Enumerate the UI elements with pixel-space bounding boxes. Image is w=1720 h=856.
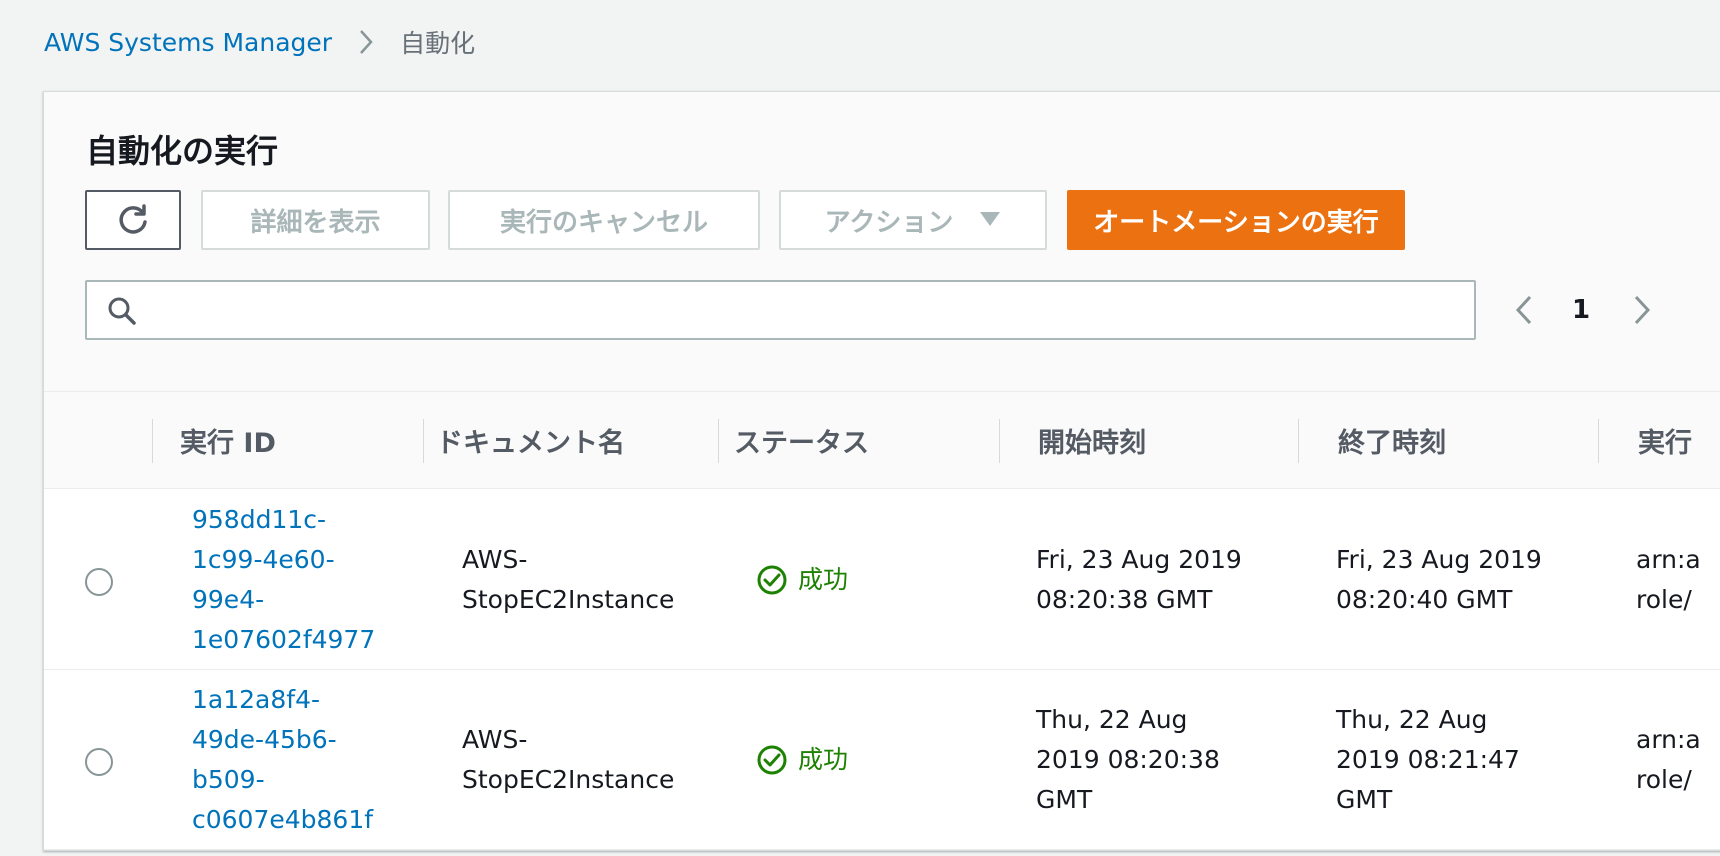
start-time-line: Thu, 22 Aug bbox=[1036, 705, 1188, 734]
cancel-execution-button[interactable]: 実行のキャンセル bbox=[448, 190, 760, 250]
chevron-right-icon bbox=[1634, 295, 1651, 325]
row-select-radio[interactable] bbox=[85, 748, 113, 776]
end-time-line: Thu, 22 Aug bbox=[1336, 705, 1488, 734]
status-badge: 成功 bbox=[756, 740, 848, 780]
executed-by: arn:a role/ bbox=[1636, 720, 1701, 800]
executed-by-line: arn:a bbox=[1636, 725, 1701, 754]
end-time-line: Fri, 23 Aug 2019 bbox=[1336, 545, 1542, 574]
start-time-line: GMT bbox=[1036, 785, 1093, 814]
success-check-icon bbox=[757, 565, 787, 595]
previous-page-button[interactable] bbox=[1514, 280, 1534, 340]
column-divider bbox=[999, 419, 1000, 463]
actions-dropdown[interactable]: アクション bbox=[779, 190, 1047, 250]
search-input[interactable] bbox=[151, 288, 1461, 332]
page-number[interactable]: 1 bbox=[1572, 280, 1590, 340]
column-divider bbox=[1598, 419, 1599, 463]
execution-id-line: b509- bbox=[192, 765, 265, 794]
breadcrumb: AWS Systems Manager 自動化 bbox=[44, 22, 475, 62]
column-header-executed-by[interactable]: 実行 bbox=[1638, 392, 1692, 489]
column-header-end-time[interactable]: 終了時刻 bbox=[1338, 392, 1446, 489]
table-row: 1a12a8f4- 49de-45b6- b509- c0607e4b861f … bbox=[44, 670, 1720, 850]
breadcrumb-link-systems-manager[interactable]: AWS Systems Manager bbox=[44, 28, 332, 57]
row-select-radio[interactable] bbox=[85, 568, 113, 596]
actions-label: アクション bbox=[824, 207, 954, 238]
start-time: Thu, 22 Aug 2019 08:20:38 GMT bbox=[1036, 700, 1286, 820]
search-icon bbox=[107, 296, 137, 330]
view-details-button[interactable]: 詳細を表示 bbox=[201, 190, 430, 250]
column-header-start-time[interactable]: 開始時刻 bbox=[1038, 392, 1146, 489]
panel-header: 自動化の実行 詳細を表示 実行のキャンセル アクション オートメーションの実行 bbox=[44, 92, 1720, 392]
start-time-line: Fri, 23 Aug 2019 bbox=[1036, 545, 1242, 574]
column-divider bbox=[1298, 419, 1299, 463]
execution-id-line: 958dd11c- bbox=[192, 505, 327, 534]
execute-automation-button[interactable]: オートメーションの実行 bbox=[1067, 190, 1405, 250]
document-name-line: AWS- bbox=[462, 545, 528, 574]
table-header: 実行 ID ドキュメント名 ステータス 開始時刻 終了時刻 実行 bbox=[44, 392, 1720, 489]
column-divider bbox=[718, 419, 719, 463]
document-name-line: AWS- bbox=[462, 725, 528, 754]
executions-panel: 自動化の実行 詳細を表示 実行のキャンセル アクション オートメーションの実行 bbox=[43, 91, 1720, 851]
column-divider bbox=[423, 419, 424, 463]
column-divider bbox=[152, 419, 153, 463]
status-text: 成功 bbox=[798, 565, 849, 594]
end-time-line: GMT bbox=[1336, 785, 1393, 814]
execution-id-link[interactable]: 958dd11c- 1c99-4e60- 99e4- 1e07602f4977 bbox=[192, 500, 422, 660]
refresh-icon bbox=[119, 204, 147, 234]
executed-by: arn:a role/ bbox=[1636, 540, 1701, 620]
execution-id-line: 49de-45b6- bbox=[192, 725, 337, 754]
panel-title: 自動化の実行 bbox=[86, 132, 279, 170]
status-badge: 成功 bbox=[756, 560, 848, 600]
refresh-button[interactable] bbox=[85, 190, 181, 250]
executed-by-line: role/ bbox=[1636, 585, 1692, 614]
document-name: AWS- StopEC2Instance bbox=[462, 540, 702, 620]
search-box bbox=[85, 280, 1476, 340]
caret-down-icon bbox=[979, 208, 1001, 233]
start-time-line: 08:20:38 GMT bbox=[1036, 585, 1213, 614]
breadcrumb-current: 自動化 bbox=[400, 29, 476, 58]
document-name: AWS- StopEC2Instance bbox=[462, 720, 702, 800]
document-name-line: StopEC2Instance bbox=[462, 765, 675, 794]
end-time: Thu, 22 Aug 2019 08:21:47 GMT bbox=[1336, 700, 1586, 820]
chevron-left-icon bbox=[1515, 295, 1532, 325]
execution-id-line: 99e4- bbox=[192, 585, 265, 614]
start-time-line: 2019 08:20:38 bbox=[1036, 745, 1220, 774]
execution-id-line: 1a12a8f4- bbox=[192, 685, 320, 714]
end-time-line: 2019 08:21:47 bbox=[1336, 745, 1520, 774]
table-row: 958dd11c- 1c99-4e60- 99e4- 1e07602f4977 … bbox=[44, 490, 1720, 670]
document-name-line: StopEC2Instance bbox=[462, 585, 675, 614]
success-check-icon bbox=[757, 745, 787, 775]
end-time-line: 08:20:40 GMT bbox=[1336, 585, 1513, 614]
column-header-execution-id[interactable]: 実行 ID bbox=[180, 392, 276, 489]
status-text: 成功 bbox=[798, 745, 849, 774]
execution-id-line: c0607e4b861f bbox=[192, 805, 374, 834]
execution-id-line: 1e07602f4977 bbox=[192, 625, 376, 654]
next-page-button[interactable] bbox=[1632, 280, 1652, 340]
column-header-document-name[interactable]: ドキュメント名 bbox=[436, 392, 625, 489]
end-time: Fri, 23 Aug 2019 08:20:40 GMT bbox=[1336, 540, 1586, 620]
execution-id-line: 1c99-4e60- bbox=[192, 545, 335, 574]
executed-by-line: role/ bbox=[1636, 765, 1692, 794]
execution-id-link[interactable]: 1a12a8f4- 49de-45b6- b509- c0607e4b861f bbox=[192, 680, 422, 840]
column-header-status[interactable]: ステータス bbox=[734, 392, 869, 489]
chevron-right-icon bbox=[358, 28, 374, 56]
executed-by-line: arn:a bbox=[1636, 545, 1701, 574]
start-time: Fri, 23 Aug 2019 08:20:38 GMT bbox=[1036, 540, 1286, 620]
